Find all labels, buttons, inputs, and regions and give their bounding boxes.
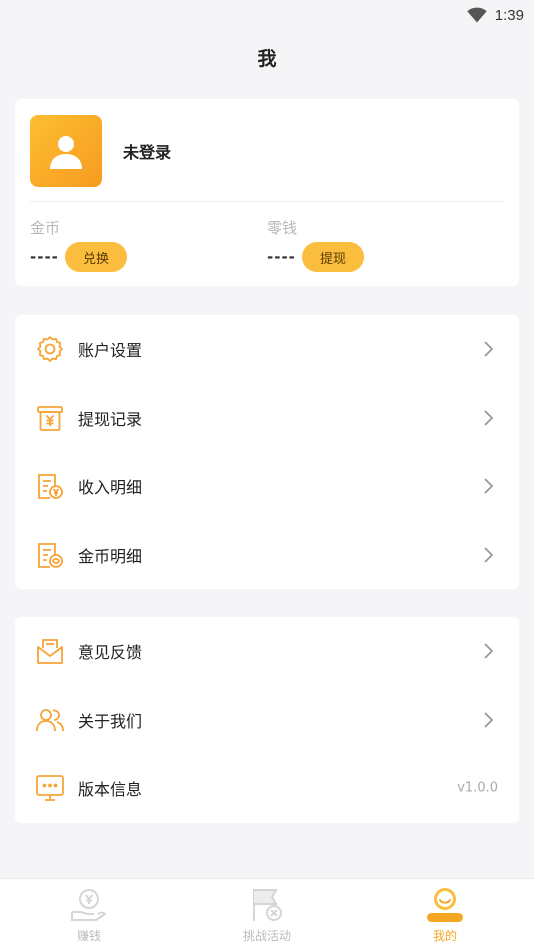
status-bar: 1:39 <box>0 0 534 30</box>
version-number: v1.0.0 <box>457 780 498 796</box>
login-status[interactable]: 未登录 <box>123 139 171 163</box>
page-title: 我 <box>257 48 277 70</box>
users-icon <box>35 705 65 735</box>
avatar[interactable] <box>30 115 102 187</box>
withdraw-button[interactable]: 提现 <box>302 242 365 272</box>
menu-item-feedback[interactable]: 意见反馈 <box>15 617 519 686</box>
feedback-mail-icon <box>35 636 65 666</box>
chevron-right-icon <box>484 547 494 563</box>
menu-item-account-settings[interactable]: 账户设置 <box>15 315 519 384</box>
coin-value: ---- <box>30 248 59 266</box>
menu-item-label: 意见反馈 <box>78 643 143 663</box>
chevron-right-icon <box>484 478 494 494</box>
menu-group-about: 意见反馈 关于我们 版本信息 v1.0.0 <box>15 617 519 823</box>
user-avatar-icon <box>50 136 82 169</box>
menu-item-coin-details[interactable]: 金币明细 <box>15 521 519 590</box>
coin-balance: 金币 ---- 兑换 <box>30 217 128 272</box>
yuan-box-icon <box>35 403 65 433</box>
exchange-button[interactable]: 兑换 <box>65 242 128 272</box>
menu-item-label: 金币明细 <box>78 546 143 566</box>
menu-item-label: 关于我们 <box>78 711 143 731</box>
menu-group-account: 账户设置 提现记录 收入明细 金币明细 <box>15 315 519 589</box>
menu-item-label: 账户设置 <box>78 341 143 361</box>
coin-detail-icon <box>35 540 65 570</box>
bottom-tab-bar: 赚钱 挑战活动 我的 <box>0 878 534 949</box>
menu-item-version-info[interactable]: 版本信息 v1.0.0 <box>15 754 519 823</box>
status-time: 1:39 <box>494 6 524 24</box>
smile-profile-icon <box>425 886 465 924</box>
menu-item-label: 版本信息 <box>78 780 143 800</box>
coin-label: 金币 <box>30 219 61 237</box>
tab-label: 我的 <box>432 929 457 943</box>
tab-label: 挑战活动 <box>242 929 291 943</box>
tab-label: 赚钱 <box>76 929 101 943</box>
chevron-right-icon <box>484 643 494 659</box>
profile-card: 未登录 金币 ---- 兑换 零钱 ---- 提现 <box>15 99 519 286</box>
gear-icon <box>35 334 65 364</box>
cash-value: ---- <box>267 248 296 266</box>
tab-mine[interactable]: 我的 <box>356 879 534 949</box>
flag-icon <box>247 886 287 924</box>
wifi-icon <box>467 7 487 23</box>
menu-item-withdraw-records[interactable]: 提现记录 <box>15 384 519 453</box>
coin-hand-icon <box>69 886 109 924</box>
menu-item-label: 收入明细 <box>78 478 143 498</box>
cash-balance: 零钱 ---- 提现 <box>267 217 365 272</box>
chevron-right-icon <box>484 341 494 357</box>
menu-item-about-us[interactable]: 关于我们 <box>15 686 519 755</box>
chat-monitor-icon <box>35 773 65 803</box>
income-detail-icon <box>35 471 65 501</box>
menu-item-label: 提现记录 <box>78 409 143 429</box>
chevron-right-icon <box>484 410 494 426</box>
divider <box>30 201 504 202</box>
menu-item-income-details[interactable]: 收入明细 <box>15 452 519 521</box>
tab-challenge[interactable]: 挑战活动 <box>178 879 356 949</box>
chevron-right-icon <box>484 712 494 728</box>
cash-label: 零钱 <box>267 219 298 237</box>
tab-earn[interactable]: 赚钱 <box>0 879 178 949</box>
